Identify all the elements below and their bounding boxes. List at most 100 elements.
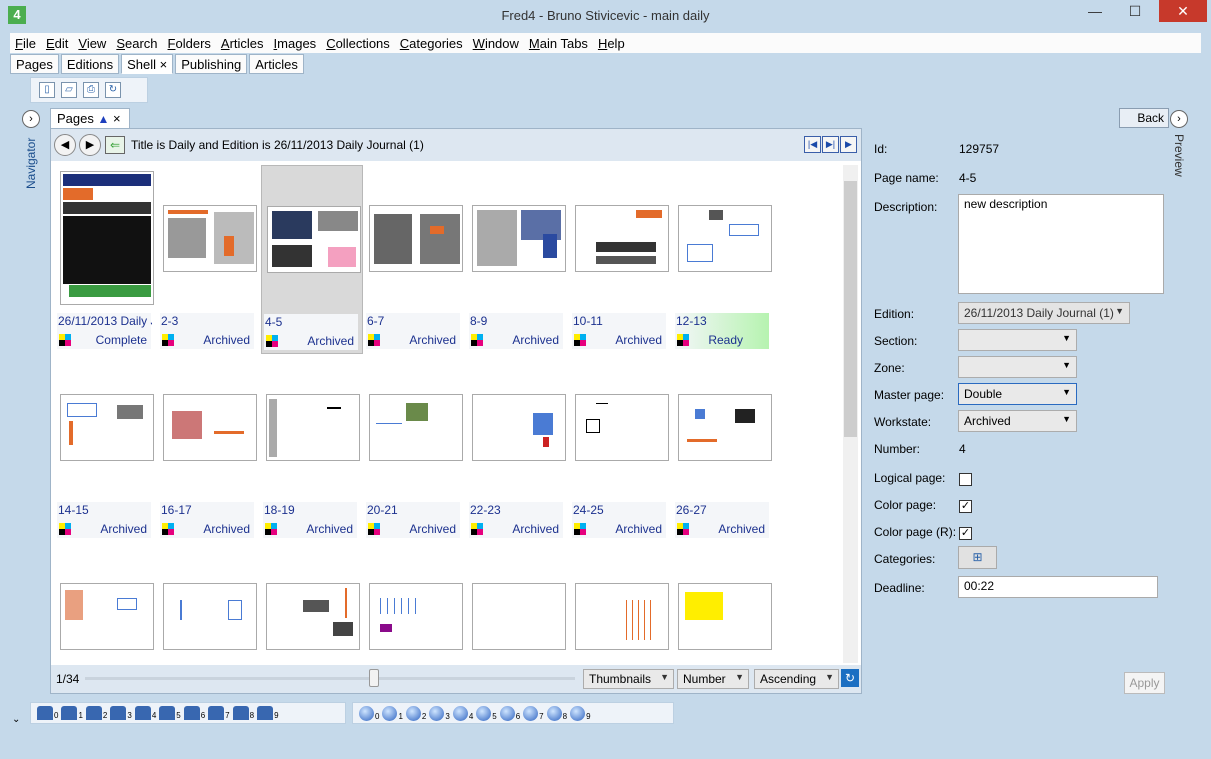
first-page-icon[interactable]: |◀ xyxy=(804,136,821,153)
page-cell[interactable]: 18-19 Archived xyxy=(263,354,365,543)
maximize-button[interactable]: ☐ xyxy=(1115,0,1155,22)
close-button[interactable]: ✕ xyxy=(1159,0,1207,22)
page-thumbnail[interactable] xyxy=(678,583,772,650)
page-thumbnail[interactable] xyxy=(472,583,566,650)
workstation-icon[interactable]: 7 xyxy=(208,706,230,720)
page-thumbnail[interactable] xyxy=(575,394,669,461)
page-thumbnail[interactable] xyxy=(266,394,360,461)
page-cell[interactable]: 14-15 Archived xyxy=(57,354,159,543)
forward-arrow-icon[interactable]: ▶ xyxy=(79,134,101,156)
zone-select[interactable]: ▼ xyxy=(958,356,1077,378)
workstate-select[interactable]: Archived ▼ xyxy=(958,410,1077,432)
workstation-icon[interactable]: 5 xyxy=(159,706,181,720)
page-thumbnail[interactable] xyxy=(369,205,463,272)
menu-articles[interactable]: Articles xyxy=(216,36,269,51)
page-cell-selected[interactable]: 4-5 Archived xyxy=(261,165,363,354)
description-field[interactable]: new description xyxy=(958,194,1164,294)
sort-field-select[interactable]: Number ▼ xyxy=(677,669,749,689)
preview-label[interactable]: Preview xyxy=(1172,134,1186,177)
pages-tab[interactable]: Pages ▲ × xyxy=(50,108,130,128)
page-thumbnail[interactable] xyxy=(575,205,669,272)
workstation-icon[interactable]: 0 xyxy=(37,706,58,720)
menu-main-tabs[interactable]: Main Tabs xyxy=(524,36,593,51)
tab-publishing[interactable]: Publishing xyxy=(175,54,248,74)
categories-button[interactable]: ⊞ xyxy=(958,546,997,569)
menu-images[interactable]: Images xyxy=(269,36,322,51)
page-cell[interactable] xyxy=(160,543,262,663)
tab-editions[interactable]: Editions xyxy=(60,54,120,74)
page-thumbnail[interactable] xyxy=(60,171,154,305)
workstation-icon[interactable]: 8 xyxy=(232,706,254,720)
globe-icon[interactable]: 1 xyxy=(382,705,403,721)
next-group-icon[interactable]: ▶| xyxy=(822,136,839,153)
workstation-icon[interactable]: 4 xyxy=(134,706,156,720)
page-cell[interactable] xyxy=(675,543,777,663)
page-cell[interactable] xyxy=(469,543,571,663)
sort-order-select[interactable]: Ascending ▼ xyxy=(754,669,839,689)
green-back-arrow-icon[interactable]: ⇐ xyxy=(105,136,125,154)
page-thumbnail[interactable] xyxy=(163,583,257,650)
page-cell[interactable]: 6-7 Archived xyxy=(366,165,468,354)
menu-edit[interactable]: Edit xyxy=(41,36,73,51)
page-thumbnail[interactable] xyxy=(678,394,772,461)
page-thumbnail[interactable] xyxy=(575,583,669,650)
edition-select[interactable]: 26/11/2013 Daily Journal (1) ▼ xyxy=(958,302,1130,324)
globe-icon[interactable]: 8 xyxy=(546,705,567,721)
page-cell[interactable]: 8-9 Archived xyxy=(469,165,571,354)
master-page-select[interactable]: Double ▼ xyxy=(958,383,1077,405)
workstation-icon[interactable]: 1 xyxy=(61,706,83,720)
menu-window[interactable]: Window xyxy=(468,36,524,51)
back-button[interactable]: Back xyxy=(1119,108,1169,128)
menu-view[interactable]: View xyxy=(73,36,111,51)
navigator-label[interactable]: Navigator xyxy=(24,138,38,288)
menu-file[interactable]: File xyxy=(10,36,41,51)
page-thumbnail[interactable] xyxy=(678,205,772,272)
globe-icon[interactable]: 5 xyxy=(476,705,497,721)
deadline-field[interactable]: 00:22 xyxy=(958,576,1158,598)
page-cell[interactable]: 26-27 Archived xyxy=(675,354,777,543)
page-thumbnail[interactable] xyxy=(472,394,566,461)
page-thumbnail[interactable] xyxy=(266,583,360,650)
page-cell[interactable]: 12-13 Ready xyxy=(675,165,777,354)
zoom-slider-thumb[interactable] xyxy=(369,669,379,687)
page-cell[interactable]: 20-21 Archived xyxy=(366,354,468,543)
menu-help[interactable]: Help xyxy=(593,36,630,51)
pages-tab-close-icon[interactable]: × xyxy=(113,111,121,126)
page-cell[interactable]: 16-17 Archived xyxy=(160,354,262,543)
chevron-down-icon[interactable]: ⌄ xyxy=(12,714,20,725)
menu-categories[interactable]: Categories xyxy=(395,36,468,51)
page-thumbnail[interactable] xyxy=(369,394,463,461)
refresh-icon[interactable]: ↻ xyxy=(105,82,121,98)
globe-icon[interactable]: 4 xyxy=(452,705,473,721)
next-page-icon[interactable]: ▶ xyxy=(840,136,857,153)
minimize-button[interactable]: — xyxy=(1075,0,1115,22)
page-cell[interactable] xyxy=(572,543,674,663)
menu-folders[interactable]: Folders xyxy=(163,36,216,51)
tab-articles[interactable]: Articles xyxy=(249,54,304,74)
section-select[interactable]: ▼ xyxy=(958,329,1077,351)
open-folder-icon[interactable]: ▱ xyxy=(61,82,77,98)
page-cell[interactable]: 10-11 Archived xyxy=(572,165,674,354)
workstation-icon[interactable]: 6 xyxy=(183,706,205,720)
page-thumbnail[interactable] xyxy=(472,205,566,272)
page-thumbnail[interactable] xyxy=(163,205,257,272)
new-document-icon[interactable]: ▯ xyxy=(39,82,55,98)
globe-icon[interactable]: 3 xyxy=(429,705,450,721)
color-page-r-checkbox[interactable]: ✓ xyxy=(959,527,972,540)
page-thumbnail[interactable] xyxy=(267,206,361,273)
page-thumbnail[interactable] xyxy=(163,394,257,461)
page-cell[interactable] xyxy=(57,543,159,663)
expand-preview-icon[interactable]: › xyxy=(1170,110,1188,128)
globe-icon[interactable]: 2 xyxy=(405,705,426,721)
page-thumbnail[interactable] xyxy=(60,583,154,650)
zoom-slider-track[interactable] xyxy=(85,677,575,680)
menu-collections[interactable]: Collections xyxy=(321,36,395,51)
back-arrow-icon[interactable]: ◀ xyxy=(54,134,76,156)
workstation-icon[interactable]: 3 xyxy=(110,706,132,720)
globe-icon[interactable]: 7 xyxy=(523,705,544,721)
color-page-checkbox[interactable]: ✓ xyxy=(959,500,972,513)
tab-close-icon[interactable]: × xyxy=(160,57,168,72)
refresh-icon[interactable]: ↻ xyxy=(841,669,859,687)
logical-page-checkbox[interactable] xyxy=(959,473,972,486)
print-icon[interactable]: ⎙ xyxy=(83,82,99,98)
